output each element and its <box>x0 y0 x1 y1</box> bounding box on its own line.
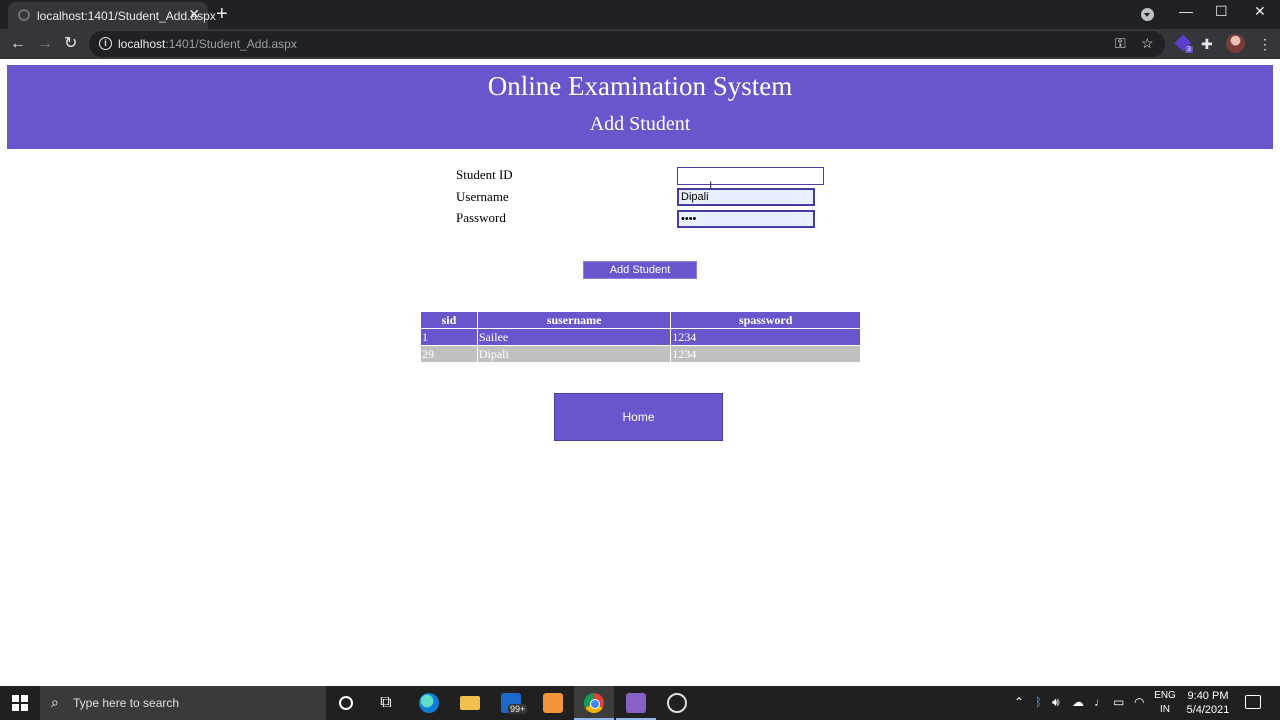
column-header-sid: sid <box>420 311 478 329</box>
notification-center-icon[interactable] <box>1245 695 1261 709</box>
speaker-icon[interactable]: 🔊︎ <box>1052 695 1060 710</box>
file-explorer-icon[interactable] <box>460 696 480 710</box>
close-window-button[interactable]: ✕ <box>1254 3 1266 20</box>
puzzle-extensions-icon[interactable]: ✚ <box>1201 36 1213 53</box>
clock-time: 9:40 PM <box>1187 690 1229 702</box>
username-input[interactable] <box>677 188 815 206</box>
address-bar[interactable]: i localhost:1401/Student_Add.aspx ⚿ ☆ <box>89 31 1165 57</box>
student-id-input[interactable] <box>677 167 824 185</box>
home-button[interactable]: Home <box>554 393 723 441</box>
windows-start-icon[interactable] <box>12 695 28 711</box>
taskbar-search-box[interactable]: ⌕ Type here to search <box>40 686 326 720</box>
url-text[interactable]: localhost:1401/Student_Add.aspx <box>118 37 297 51</box>
globe-icon <box>18 9 30 21</box>
table-row: 29 Dipali 1234 <box>420 345 861 363</box>
username-label: Username <box>456 189 509 204</box>
search-placeholder: Type here to search <box>73 696 180 710</box>
battery-icon[interactable]: ▭ <box>1113 695 1124 709</box>
maximize-button[interactable]: ☐ <box>1215 3 1228 20</box>
language-code: ENG <box>1154 690 1176 701</box>
table-cell-sid: 1 <box>420 328 478 346</box>
back-arrow-icon[interactable]: ← <box>10 34 26 54</box>
reload-icon[interactable]: ↻ <box>64 34 77 54</box>
browser-tab-strip: localhost:1401/Student_Add.aspx ✕ + — ☐ … <box>0 0 1280 29</box>
mail-badge: 99+ <box>508 704 528 714</box>
new-tab-button[interactable]: + <box>216 4 228 24</box>
language-region: IN <box>1160 704 1170 715</box>
table-cell-username: Dipali <box>476 345 672 363</box>
system-title: Online Examination System <box>487 71 793 101</box>
minimize-button[interactable]: — <box>1179 3 1193 19</box>
windows-taskbar: ⌕ Type here to search ⧉ 99+ ⌃ ᛒ 🔊︎ ☁ ♩ ▭… <box>0 686 1280 720</box>
header-banner: Online Examination System Add Student <box>7 65 1273 149</box>
wifi-icon[interactable]: ◠ <box>1134 695 1144 709</box>
obs-studio-icon[interactable] <box>667 693 687 713</box>
search-icon: ⌕ <box>51 694 59 710</box>
table-cell-password: 1234 <box>670 328 861 346</box>
bookmark-star-icon[interactable]: ☆ <box>1141 35 1154 52</box>
sublime-text-icon[interactable] <box>543 693 563 713</box>
column-header-susername: susername <box>476 311 672 329</box>
chevron-up-icon[interactable]: ⌃ <box>1014 695 1024 709</box>
students-table: sid susername spassword 1 Sailee 1234 29… <box>420 311 861 363</box>
browser-tab[interactable]: localhost:1401/Student_Add.aspx ✕ <box>8 2 216 29</box>
table-cell-sid: 29 <box>420 345 478 363</box>
task-view-icon[interactable]: ⧉ <box>376 693 396 713</box>
clock-date: 5/4/2021 <box>1186 704 1230 716</box>
visual-studio-icon[interactable] <box>626 693 646 713</box>
system-clock[interactable]: 9:40 PM 5/4/2021 <box>1183 689 1233 717</box>
student-id-label: Student ID <box>456 167 513 182</box>
language-indicator[interactable]: ENG IN <box>1153 689 1177 717</box>
bluetooth-icon[interactable]: ᛒ <box>1035 695 1042 709</box>
table-row: 1 Sailee 1234 <box>420 328 861 346</box>
table-header-row: sid susername spassword <box>420 311 861 329</box>
page-title: Add Student <box>589 113 691 135</box>
kebab-menu-icon[interactable]: ⋮ <box>1258 36 1272 53</box>
cloud-icon[interactable]: ☁ <box>1072 695 1084 709</box>
password-label: Password <box>456 210 506 225</box>
tab-search-icon[interactable] <box>1141 8 1154 21</box>
add-student-button[interactable]: Add Student <box>583 261 697 279</box>
table-cell-password: 1234 <box>670 345 861 363</box>
tab-close-icon[interactable]: ✕ <box>188 6 200 23</box>
edge-browser-icon[interactable] <box>419 693 439 713</box>
key-icon[interactable]: ⚿ <box>1115 35 1126 52</box>
browser-toolbar: ← → ↻ i localhost:1401/Student_Add.aspx … <box>0 29 1280 59</box>
column-header-spassword: spassword <box>670 311 861 329</box>
forward-arrow-icon[interactable]: → <box>37 34 53 54</box>
password-input[interactable] <box>677 210 815 228</box>
chrome-icon[interactable] <box>584 693 604 713</box>
cortana-icon[interactable] <box>339 696 353 710</box>
extension-badge: 3 <box>1185 46 1193 53</box>
microphone-icon[interactable]: ♩ <box>1094 695 1106 709</box>
profile-avatar[interactable] <box>1226 34 1245 53</box>
page-content: Online Examination System Add Student St… <box>0 59 1280 686</box>
site-info-icon[interactable]: i <box>99 37 112 50</box>
table-cell-username: Sailee <box>476 328 672 346</box>
